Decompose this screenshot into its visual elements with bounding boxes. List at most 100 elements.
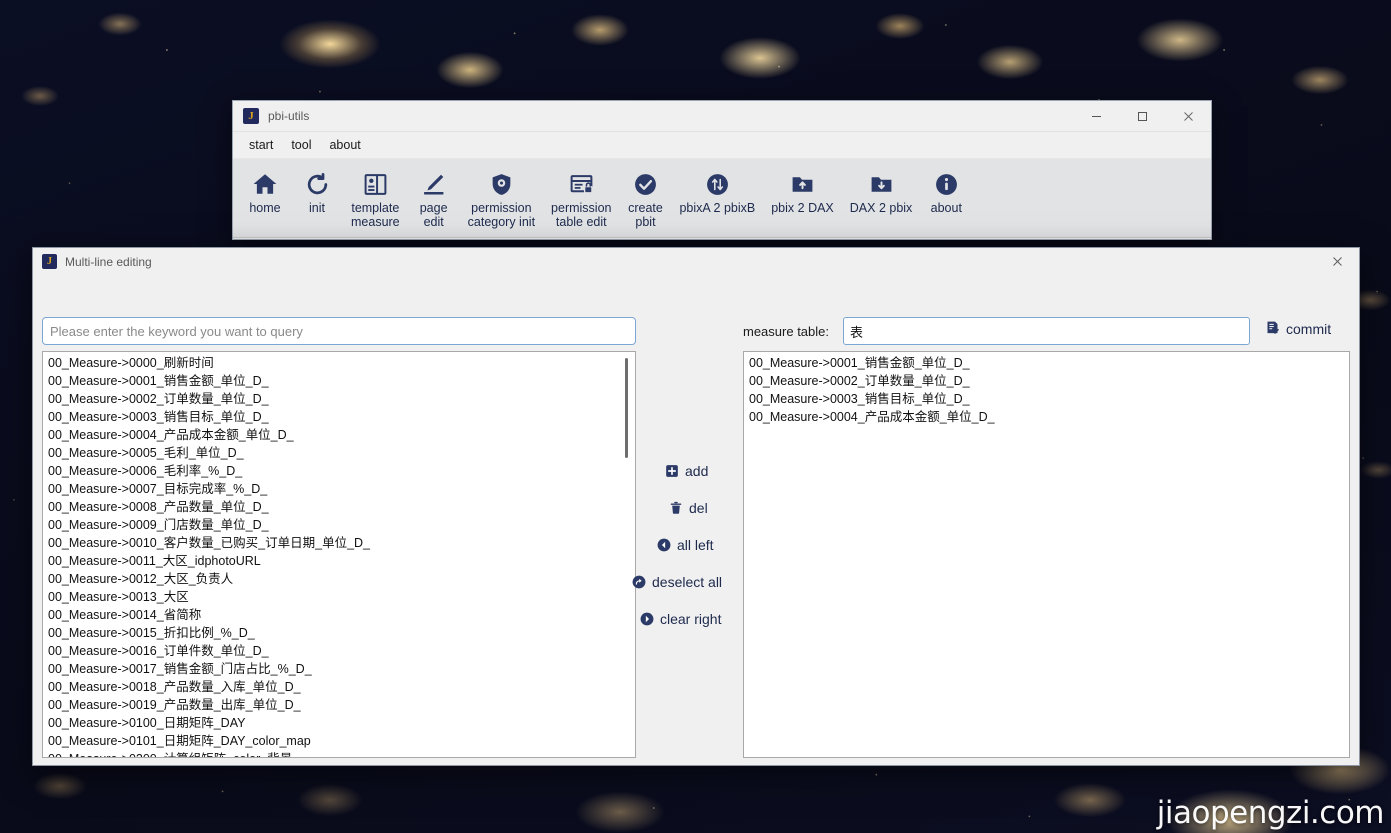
template-icon [363, 169, 388, 199]
selected-measure-list[interactable]: 00_Measure->0001_销售金额_单位_D_00_Measure->0… [743, 351, 1350, 758]
toolbar-button-about[interactable]: about [920, 167, 972, 217]
selected-measure-list-items: 00_Measure->0001_销售金额_单位_D_00_Measure->0… [744, 352, 1349, 757]
source-list-item[interactable]: 00_Measure->0018_产品数量_入库_单位_D_ [43, 678, 635, 696]
swap-circle-icon [705, 169, 730, 199]
commit-button[interactable]: commit [1265, 320, 1331, 338]
toolbar-button-page-edit[interactable]: page edit [408, 167, 460, 231]
source-list-item[interactable]: 00_Measure->0007_目标完成率_%_D_ [43, 480, 635, 498]
transfer-buttons: add del a [647, 463, 739, 627]
selected-list-item[interactable]: 00_Measure->0004_产品成本金额_单位_D_ [744, 408, 1349, 426]
deselect-all-button[interactable]: deselect all [632, 574, 722, 590]
toolbar-label-dax-2-pbix: DAX 2 pbix [850, 201, 913, 215]
toolbar-label-pbix-2-dax: pbix 2 DAX [771, 201, 834, 215]
source-list-scrollbar[interactable] [619, 352, 635, 757]
source-list-item[interactable]: 00_Measure->0005_毛利_单位_D_ [43, 444, 635, 462]
check-circle-icon [633, 169, 658, 199]
source-list-scroll-thumb[interactable] [625, 358, 628, 458]
source-list-item[interactable]: 00_Measure->0012_大区_负责人 [43, 570, 635, 588]
toolbar-button-permission-category-init[interactable]: permission category init [460, 167, 543, 231]
multi-line-editing-dialog: J Multi-line editing measure table: [32, 247, 1360, 766]
source-list-item[interactable]: 00_Measure->0013_大区 [43, 588, 635, 606]
table-lock-icon [569, 169, 594, 199]
source-list-item[interactable]: 00_Measure->0006_毛利率_%_D_ [43, 462, 635, 480]
search-input[interactable] [42, 317, 636, 345]
main-content-panel [449, 239, 1212, 240]
close-icon [1183, 111, 1194, 122]
info-circle-icon [934, 169, 959, 199]
source-list-item[interactable]: 00_Measure->0002_订单数量_单位_D_ [43, 390, 635, 408]
selected-list-item[interactable]: 00_Measure->0002_订单数量_单位_D_ [744, 372, 1349, 390]
folder-up-icon [790, 169, 815, 199]
menu-item-start[interactable]: start [241, 135, 281, 155]
main-window-titlebar[interactable]: J pbi-utils [233, 101, 1211, 132]
deselect-all-button-label: deselect all [652, 574, 722, 590]
source-list-item[interactable]: 00_Measure->0016_订单件数_单位_D_ [43, 642, 635, 660]
close-icon [1332, 256, 1343, 267]
close-button[interactable] [1165, 101, 1211, 132]
toolbar-button-home[interactable]: home [239, 167, 291, 217]
app-j-icon: J [42, 254, 57, 269]
commit-label: commit [1286, 321, 1331, 337]
all-left-button[interactable]: all left [657, 537, 714, 553]
menu-item-about[interactable]: about [321, 135, 368, 155]
toolbar-label-create-pbit: create pbit [628, 201, 663, 229]
toolbar-button-permission-table-edit[interactable]: permission table edit [543, 167, 619, 231]
measure-table-input[interactable] [843, 317, 1250, 345]
dialog-titlebar[interactable]: J Multi-line editing [33, 248, 1359, 275]
source-list-item[interactable]: 00_Measure->0015_折扣比例_%_D_ [43, 624, 635, 642]
commit-icon [1265, 320, 1280, 338]
toolbar-button-dax-2-pbix[interactable]: DAX 2 pbix [842, 167, 921, 217]
toolbar: home init template measure [233, 159, 1211, 238]
clear-right-button[interactable]: clear right [640, 611, 721, 627]
window-controls [1073, 101, 1211, 132]
measure-table-label: measure table: [743, 324, 829, 339]
add-button[interactable]: add [665, 463, 708, 479]
app-j-icon: J [243, 108, 259, 124]
dialog-body: measure table: commit 00_Measure->0000_刷… [33, 275, 1359, 767]
shield-icon [489, 169, 514, 199]
toolbar-label-permission-table-edit: permission table edit [551, 201, 611, 229]
folder-down-icon [869, 169, 894, 199]
source-list-item[interactable]: 00_Measure->0100_日期矩阵_DAY [43, 714, 635, 732]
source-list-item[interactable]: 00_Measure->0019_产品数量_出库_单位_D_ [43, 696, 635, 714]
toolbar-button-create-pbit[interactable]: create pbit [619, 167, 671, 231]
maximize-icon [1137, 111, 1148, 122]
home-icon [252, 169, 278, 199]
menubar: start tool about [233, 132, 1211, 159]
source-list-item[interactable]: 00_Measure->0101_日期矩阵_DAY_color_map [43, 732, 635, 750]
source-list-item[interactable]: 00_Measure->0014_省简称 [43, 606, 635, 624]
maximize-button[interactable] [1119, 101, 1165, 132]
source-list-item[interactable]: 00_Measure->0009_门店数量_单位_D_ [43, 516, 635, 534]
source-list-item[interactable]: 00_Measure->0008_产品数量_单位_D_ [43, 498, 635, 516]
source-list-item[interactable]: 00_Measure->0200_计算组矩阵_color_背景 [43, 750, 635, 758]
dialog-title: Multi-line editing [65, 255, 152, 269]
source-list-item[interactable]: 00_Measure->0001_销售金额_单位_D_ [43, 372, 635, 390]
pencil-icon [421, 169, 446, 199]
dialog-close-button[interactable] [1315, 248, 1359, 275]
arrow-left-circle-icon [657, 538, 671, 552]
minimize-button[interactable] [1073, 101, 1119, 132]
source-list-item[interactable]: 00_Measure->0017_销售金额_门店占比_%_D_ [43, 660, 635, 678]
selected-list-item[interactable]: 00_Measure->0003_销售目标_单位_D_ [744, 390, 1349, 408]
toolbar-button-template-measure[interactable]: template measure [343, 167, 408, 231]
source-list-item[interactable]: 00_Measure->0004_产品成本金额_单位_D_ [43, 426, 635, 444]
selected-list-item[interactable]: 00_Measure->0001_销售金额_单位_D_ [744, 354, 1349, 372]
source-list-item[interactable]: 00_Measure->0003_销售目标_单位_D_ [43, 408, 635, 426]
source-list-item[interactable]: 00_Measure->0011_大区_idphotoURL [43, 552, 635, 570]
toolbar-label-home: home [249, 201, 280, 215]
source-measure-list[interactable]: 00_Measure->0000_刷新时间00_Measure->0001_销售… [42, 351, 636, 758]
toolbar-button-pbixa-2-pbixb[interactable]: pbixA 2 pbixB [671, 167, 763, 217]
toolbar-button-pbix-2-dax[interactable]: pbix 2 DAX [763, 167, 842, 217]
source-list-item[interactable]: 00_Measure->0010_客户数量_已购买_订单日期_单位_D_ [43, 534, 635, 552]
refresh-icon [305, 169, 330, 199]
del-button[interactable]: del [669, 500, 708, 516]
toolbar-button-init[interactable]: init [291, 167, 343, 217]
del-button-label: del [689, 500, 708, 516]
toolbar-label-permission-category-init: permission category init [468, 201, 535, 229]
menu-item-tool[interactable]: tool [283, 135, 319, 155]
source-list-item[interactable]: 00_Measure->0000_刷新时间 [43, 354, 635, 372]
arrow-redo-circle-icon [632, 575, 646, 589]
all-left-button-label: all left [677, 537, 714, 553]
toolbar-label-pbixa-2-pbixb: pbixA 2 pbixB [679, 201, 755, 215]
trash-icon [669, 501, 683, 515]
